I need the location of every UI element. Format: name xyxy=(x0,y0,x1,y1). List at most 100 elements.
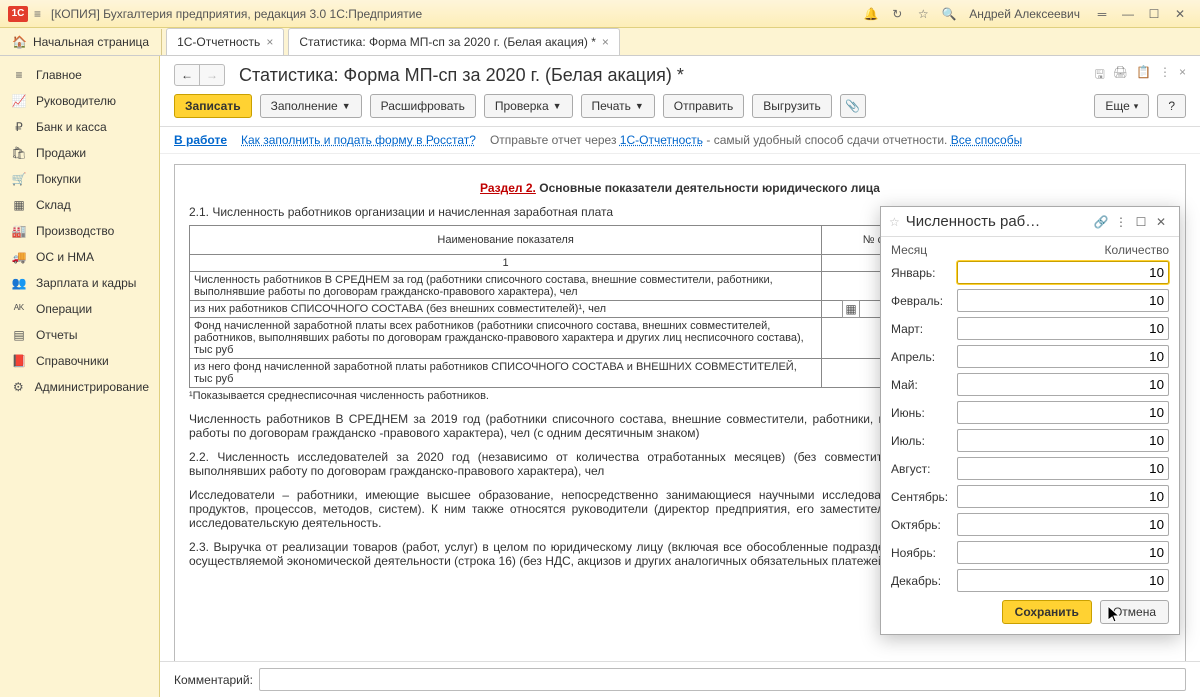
bell-icon[interactable]: 🔔 xyxy=(859,4,883,24)
logo-1c: 1C xyxy=(8,6,28,22)
tab-statistika[interactable]: Статистика: Форма МП-сп за 2020 г. (Бела… xyxy=(288,28,620,55)
tab-close-icon[interactable]: × xyxy=(602,35,609,49)
caret-icon: ▼ xyxy=(342,101,351,111)
otpravit-button[interactable]: Отправить xyxy=(663,94,745,118)
home-tab[interactable]: 🏠 Начальная страница xyxy=(0,29,162,55)
sidebar-item[interactable]: 👥Зарплата и кадры xyxy=(0,270,159,296)
dialog-save-button[interactable]: Сохранить xyxy=(1002,600,1092,624)
sidebar-item[interactable]: 🏭Производство xyxy=(0,218,159,244)
print-icon[interactable]: 🖨 xyxy=(1113,65,1128,86)
sidebar-item[interactable]: ≡Главное xyxy=(0,62,159,88)
month-row: Май: xyxy=(891,373,1169,396)
month-input[interactable] xyxy=(957,401,1169,424)
row-calc-icon[interactable]: ▦ xyxy=(842,300,860,318)
month-row: Ноябрь: xyxy=(891,541,1169,564)
sidebar-item-label: Покупки xyxy=(36,172,81,186)
month-input[interactable] xyxy=(957,457,1169,480)
proverka-button[interactable]: Проверка▼ xyxy=(484,94,573,118)
user-label[interactable]: Андрей Алексеевич xyxy=(969,7,1080,21)
close-page-icon[interactable]: × xyxy=(1179,65,1186,86)
hint-link[interactable]: 1С-Отчетность xyxy=(620,133,703,147)
sidebar-item[interactable]: 🛒Покупки xyxy=(0,166,159,192)
rasshifrovat-button[interactable]: Расшифровать xyxy=(370,94,476,118)
nav-back-button[interactable]: ← xyxy=(174,64,200,86)
sidebar-item[interactable]: 📈Руководителю xyxy=(0,88,159,114)
comment-input[interactable] xyxy=(259,668,1186,691)
tab-close-icon[interactable]: × xyxy=(266,35,273,49)
sidebar-item[interactable]: ⚙Администрирование xyxy=(0,374,159,400)
dialog-link-icon[interactable]: 🔗 xyxy=(1091,215,1111,229)
month-input[interactable] xyxy=(957,485,1169,508)
month-input[interactable] xyxy=(957,429,1169,452)
sidebar-item-icon: ₽ xyxy=(10,120,28,134)
infobar: В работе Как заполнить и подать форму в … xyxy=(160,127,1200,154)
minimize-icon[interactable]: — xyxy=(1116,4,1140,24)
sidebar-item-icon: 🚚 xyxy=(10,250,28,264)
comment-bar: Комментарий: xyxy=(160,661,1200,697)
month-row: Октябрь: xyxy=(891,513,1169,536)
month-input[interactable] xyxy=(957,345,1169,368)
month-label: Октябрь: xyxy=(891,518,957,532)
tab-label: Статистика: Форма МП-сп за 2020 г. (Бела… xyxy=(299,35,596,49)
attach-button[interactable]: 📎 xyxy=(840,94,866,118)
toolbar: Записать Заполнение ▼ Расшифровать Провер… xyxy=(160,90,1200,127)
th-name: Наименование показателя xyxy=(190,226,822,255)
sub22-label: 2.2. Численность исследователей за 2020 … xyxy=(189,450,956,478)
sidebar-item[interactable]: ᴬᴷОперации xyxy=(0,296,159,322)
home-icon: 🏠 xyxy=(12,35,27,49)
pechat-button[interactable]: Печать▼ xyxy=(581,94,655,118)
zapolnenie-button[interactable]: Заполнение ▼ xyxy=(260,94,362,118)
month-input[interactable] xyxy=(957,569,1169,592)
sidebar-item[interactable]: 🚚 ОС и НМА xyxy=(0,244,159,270)
month-input[interactable] xyxy=(957,541,1169,564)
month-input[interactable] xyxy=(957,513,1169,536)
work-state-link[interactable]: В работе xyxy=(174,133,227,147)
window-menu-icon[interactable]: ═ xyxy=(1090,4,1114,24)
more-icon[interactable]: ⋮ xyxy=(1159,65,1171,86)
sidebar-item[interactable]: ₽Банк и касса xyxy=(0,114,159,140)
dialog-close-icon[interactable]: ✕ xyxy=(1151,215,1171,229)
dialog-header: ☆ Численность раб… 🔗 ⋮ ☐ ✕ xyxy=(881,207,1179,237)
eshe-button[interactable]: Еще▾ xyxy=(1094,94,1149,118)
month-input[interactable] xyxy=(957,317,1169,340)
maximize-icon[interactable]: ☐ xyxy=(1142,4,1166,24)
sidebar-item-icon: ≡ xyxy=(10,68,28,82)
sidebar-item[interactable]: ▤Отчеты xyxy=(0,322,159,348)
hint-pre: Отправьте отчет через xyxy=(490,133,620,147)
nav-forward-button[interactable]: → xyxy=(199,64,225,86)
sidebar-item-label: Руководителю xyxy=(36,94,116,108)
month-label: Сентябрь: xyxy=(891,490,957,504)
month-row: Март: xyxy=(891,317,1169,340)
dialog-more-icon[interactable]: ⋮ xyxy=(1111,215,1131,229)
vygruzit-button[interactable]: Выгрузить xyxy=(752,94,832,118)
month-input[interactable] xyxy=(957,289,1169,312)
dialog-cancel-button[interactable]: Отмена xyxy=(1100,600,1169,624)
month-label: Март: xyxy=(891,322,957,336)
r10-name: из них работников СПИСОЧНОГО СОСТАВА (бе… xyxy=(190,301,822,318)
month-input[interactable] xyxy=(957,261,1169,284)
close-icon[interactable]: ✕ xyxy=(1168,4,1192,24)
section-number: Раздел 2. xyxy=(480,181,536,195)
zapisat-button[interactable]: Записать xyxy=(174,94,252,118)
sidebar-item[interactable]: ▦Склад xyxy=(0,192,159,218)
sidebar-item[interactable]: 🛍Продажи xyxy=(0,140,159,166)
month-input[interactable] xyxy=(957,373,1169,396)
hamburger-icon[interactable]: ≡ xyxy=(34,7,41,21)
search-icon[interactable]: 🔍 xyxy=(937,4,961,24)
tab-1c-otchetnost[interactable]: 1С-Отчетность × xyxy=(166,28,284,55)
save-icon[interactable]: 🖫 xyxy=(1095,65,1105,86)
caret-icon: ▾ xyxy=(1134,101,1139,112)
sidebar-item-icon: 📕 xyxy=(10,354,28,368)
sidebar-item-label: Зарплата и кадры xyxy=(36,276,136,290)
howto-link[interactable]: Как заполнить и подать форму в Росстат? xyxy=(241,133,476,147)
sidebar-item-label: ОС и НМА xyxy=(36,250,94,264)
copy-icon[interactable]: 📋 xyxy=(1136,65,1151,86)
all-ways-link[interactable]: Все способы xyxy=(951,133,1023,147)
star-icon[interactable]: ☆ xyxy=(911,4,935,24)
help-button[interactable]: ? xyxy=(1157,94,1186,118)
history-icon[interactable]: ↻ xyxy=(885,4,909,24)
dialog-star-icon[interactable]: ☆ xyxy=(889,215,900,229)
dialog-maximize-icon[interactable]: ☐ xyxy=(1131,215,1151,229)
btn-label: Заполнение xyxy=(271,99,338,113)
sidebar-item[interactable]: 📕Справочники xyxy=(0,348,159,374)
